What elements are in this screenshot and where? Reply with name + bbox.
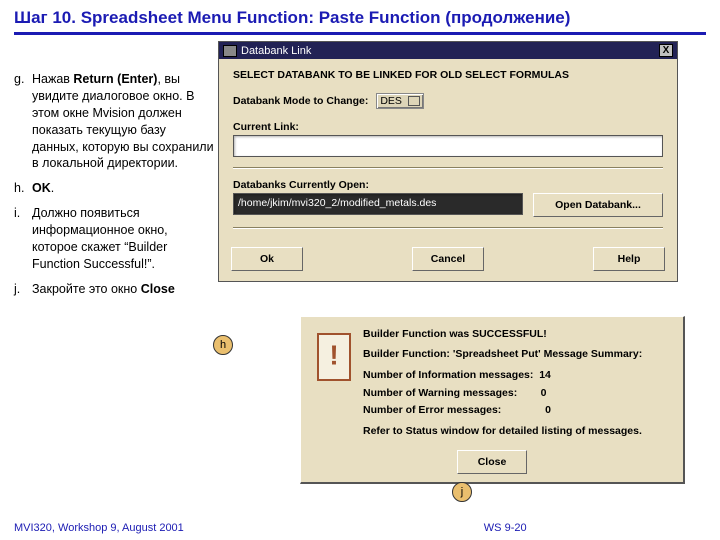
currently-open-label: Databanks Currently Open: [233, 179, 663, 191]
help-button[interactable]: Help [593, 247, 665, 271]
build-success-dialog: ! Builder Function was SUCCESSFUL! Build… [300, 316, 685, 484]
mode-select[interactable]: DES [376, 93, 424, 109]
current-link-label: Current Link: [233, 121, 663, 133]
databank-link-dialog: Databank Link X SELECT DATABANK TO BE LI… [218, 41, 678, 282]
close-icon[interactable]: X [659, 44, 673, 57]
cancel-button[interactable]: Cancel [412, 247, 484, 271]
ok-button[interactable]: Ok [231, 247, 303, 271]
instruction-item: i.Должно появиться информационное окно, … [14, 205, 214, 273]
dropdown-icon [408, 96, 420, 106]
slide-title: Шаг 10. Spreadsheet Menu Function: Paste… [0, 0, 720, 30]
instruction-item: h.OK. [14, 180, 214, 197]
err-row: Number of Error messages: 0 [363, 403, 671, 418]
mode-value: DES [380, 95, 402, 107]
warn-row: Number of Warning messages: 0 [363, 386, 671, 401]
dialog-titlebar: Databank Link X [219, 42, 677, 59]
dialog-header: SELECT DATABANK TO BE LINKED FOR OLD SEL… [233, 69, 663, 81]
system-menu-icon[interactable] [223, 45, 237, 57]
callout-j: j [452, 482, 472, 502]
refer-line: Refer to Status window for detailed list… [363, 424, 671, 439]
current-link-field[interactable] [233, 135, 663, 157]
success-line: Builder Function was SUCCESSFUL! [363, 327, 671, 342]
divider [233, 167, 663, 169]
instruction-item: g.Нажав Return (Enter), вы увидите диало… [14, 71, 214, 172]
warning-icon: ! [317, 333, 351, 381]
footer: MVI320, Workshop 9, August 2001 WS 9-20 [14, 522, 706, 534]
open-databank-button[interactable]: Open Databank... [533, 193, 663, 217]
close-button[interactable]: Close [457, 450, 527, 474]
divider [233, 227, 663, 229]
slide-number: WS 9-20 [484, 522, 527, 534]
info-row: Number of Information messages: 14 [363, 368, 671, 383]
dialog-title: Databank Link [241, 45, 311, 57]
mode-label: Databank Mode to Change: [233, 95, 368, 107]
open-databank-field[interactable]: /home/jkim/mvi320_2/modified_metals.des [233, 193, 523, 215]
footer-left: MVI320, Workshop 9, August 2001 [14, 522, 184, 534]
instruction-item: j.Закройте это окно Close [14, 281, 214, 298]
callout-h: h [213, 335, 233, 355]
summary-line: Builder Function: 'Spreadsheet Put' Mess… [363, 347, 671, 362]
instructions-list: g.Нажав Return (Enter), вы увидите диало… [14, 41, 214, 306]
content-row: g.Нажав Return (Enter), вы увидите диало… [0, 41, 720, 306]
title-rule [14, 32, 706, 35]
